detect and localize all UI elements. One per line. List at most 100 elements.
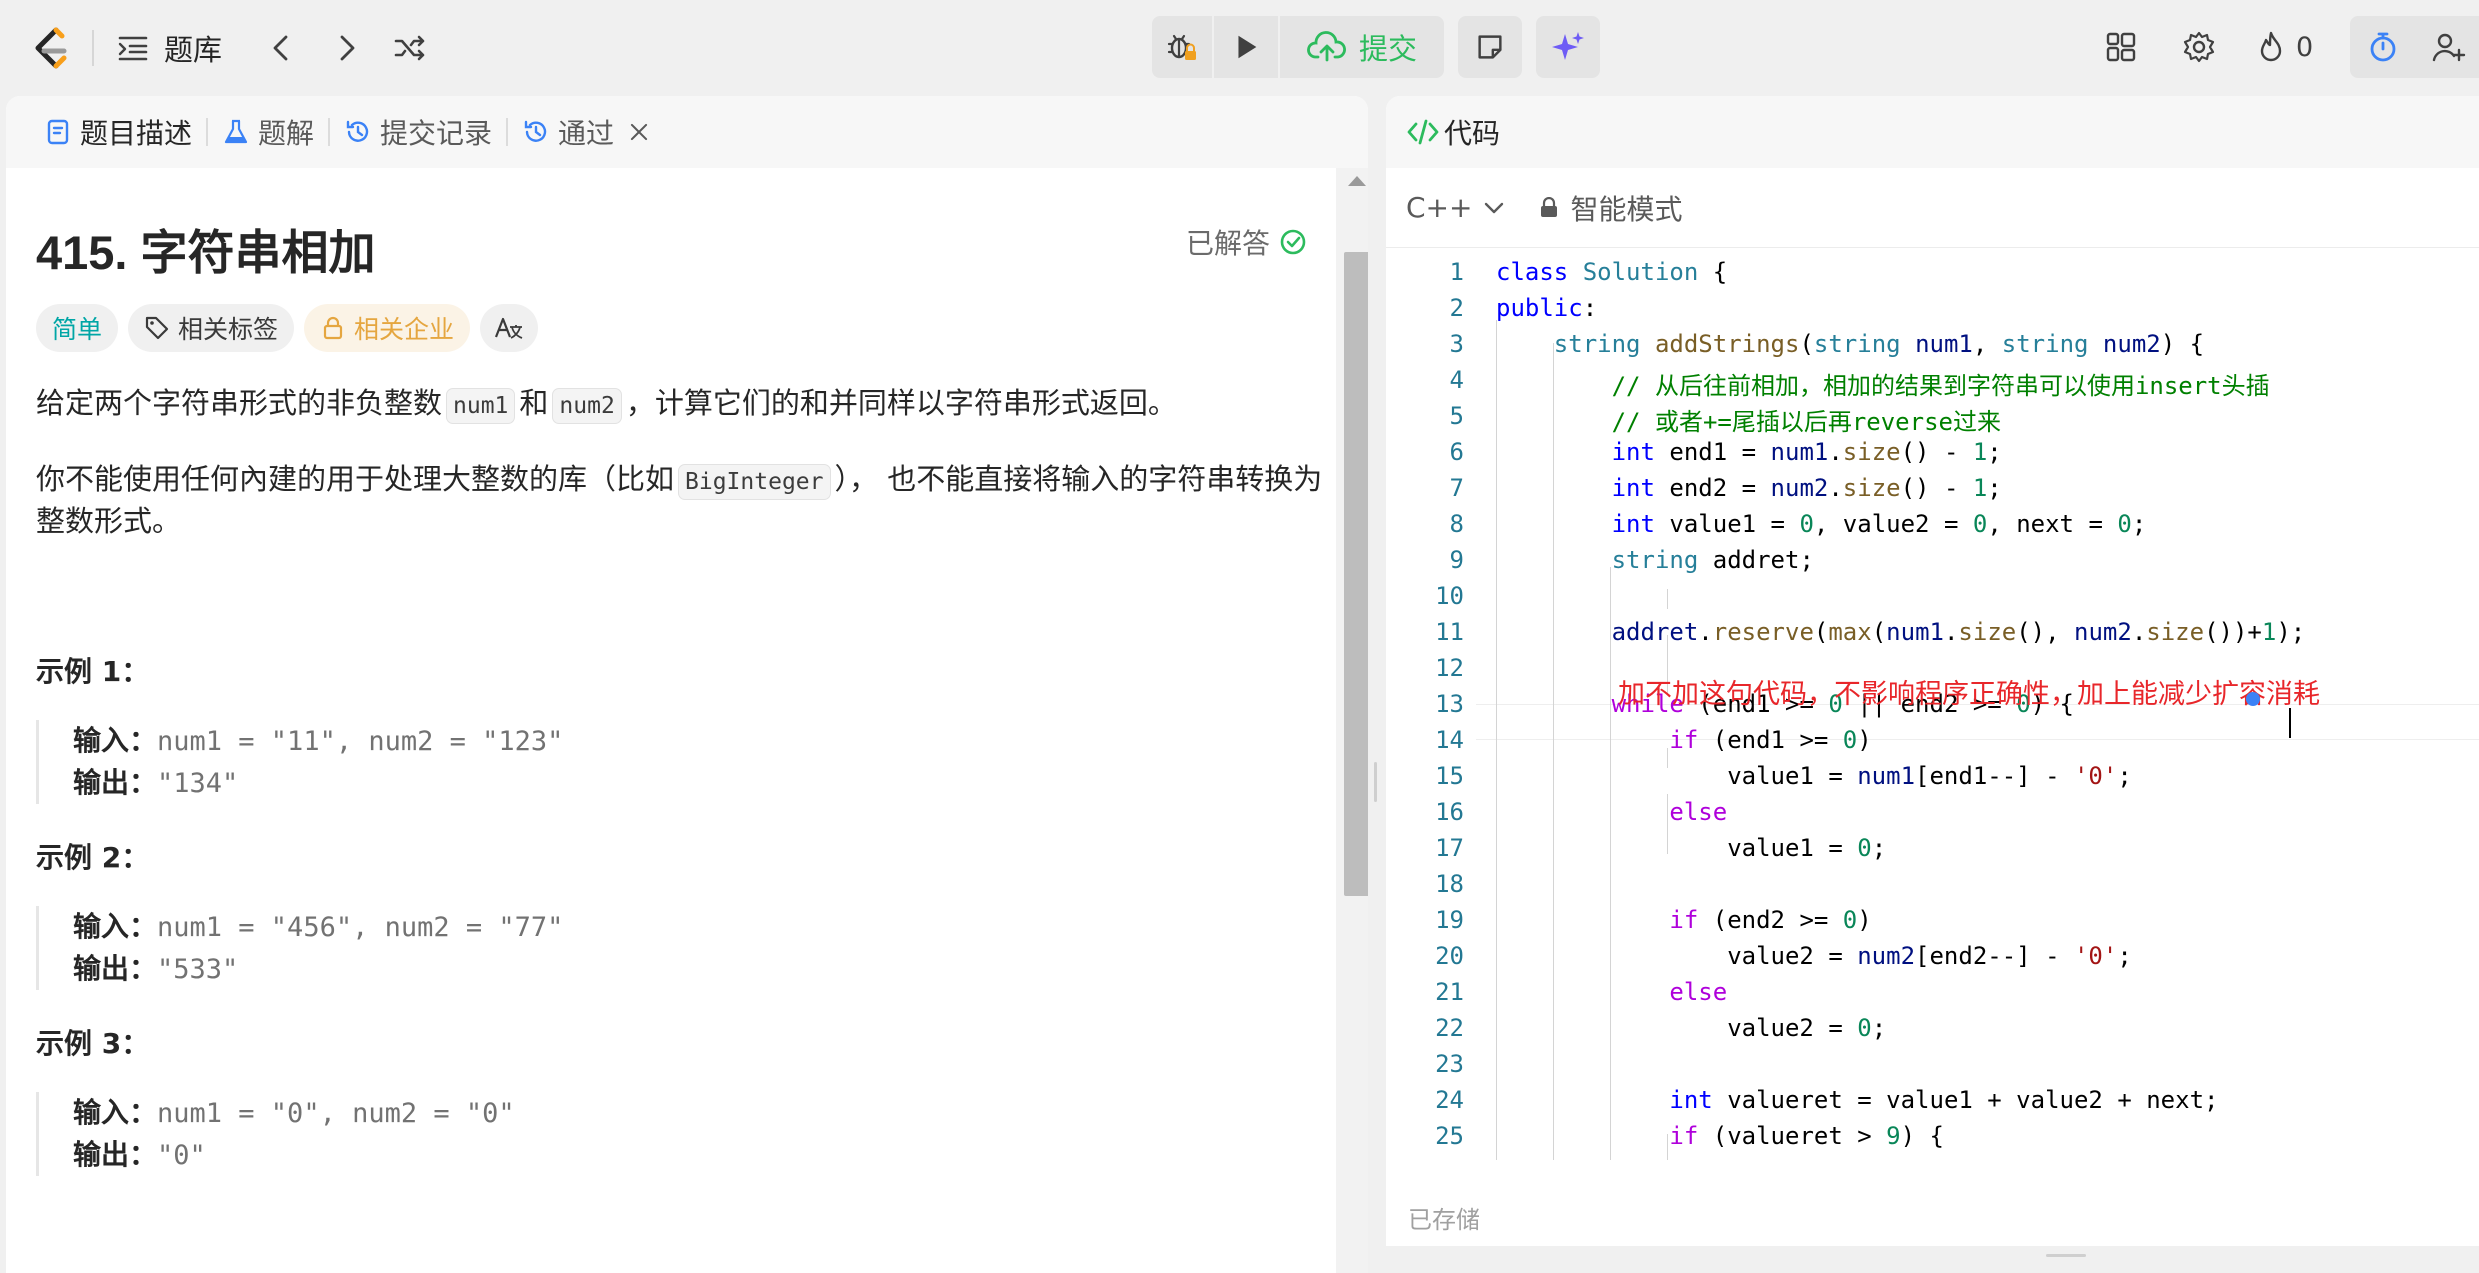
line-number: 1 (1449, 258, 1464, 286)
code-icon (1407, 119, 1439, 145)
inline-code: num1 (446, 388, 516, 424)
leetcode-logo[interactable] (28, 24, 72, 72)
prev-problem-button[interactable] (262, 28, 302, 68)
settings-button[interactable] (2178, 26, 2220, 68)
desc-text: ，计算它们的和并同样以字符串形式返回。 (625, 386, 1177, 420)
lock-icon (323, 316, 343, 340)
difficulty-badge: 简单 (36, 304, 119, 352)
close-icon[interactable] (628, 121, 650, 143)
document-icon (47, 119, 69, 145)
history-icon (524, 120, 547, 142)
code-line: if (end2 >= 0) (1669, 906, 1872, 934)
code-line: int end2 = num2.size() - 1; (1611, 474, 2002, 502)
line-number: 25 (1435, 1122, 1464, 1150)
top-bar: 题库 提交 0 (0, 0, 2479, 96)
flask-icon (224, 119, 248, 144)
tab-submissions[interactable]: 提交记录 (330, 96, 506, 168)
language-label: C++ (1406, 191, 1473, 224)
code-line: int value1 = 0, value2 = 0, next = 0; (1611, 510, 2147, 538)
note-icon (1478, 35, 1502, 59)
sparkle-icon (1552, 32, 1584, 60)
add-user-button[interactable] (2428, 26, 2470, 68)
editor-toolbar: C++ 智能模式 (1386, 168, 2479, 248)
debug-button[interactable] (1152, 16, 1212, 78)
example-3-box: 输入：num1 = "0", num2 = "0" 输出："0" (36, 1092, 515, 1176)
line-number: 20 (1435, 942, 1464, 970)
code-line: value1 = 0; (1496, 834, 1887, 862)
lock-icon (1541, 196, 1558, 217)
example-3-title: 示例 3： (36, 1027, 150, 1060)
next-problem-button[interactable] (326, 28, 366, 68)
tab-accepted-label: 通过 (558, 117, 615, 150)
translate-button[interactable] (480, 304, 539, 352)
random-problem-button[interactable] (390, 28, 430, 68)
streak-counter[interactable]: 0 (2254, 26, 2313, 68)
line-number: 22 (1435, 1014, 1464, 1042)
submit-button[interactable]: 提交 (1280, 16, 1444, 78)
input-label: 输入： (73, 910, 158, 943)
desc-text: 给定两个字符串形式的非负整数 (36, 386, 443, 420)
line-number: 26 (1386, 1158, 1464, 1160)
difficulty-label: 简单 (52, 315, 103, 344)
history-icon (346, 120, 369, 142)
code-editor[interactable]: 1 2 3 4 5 6 7 8 9 10 11 12 13 14 15 16 17 18 19 20 21 22 23 24 2… (1386, 248, 2479, 1160)
layout-icon (2106, 32, 2136, 62)
indent-guide (1667, 589, 1668, 609)
tab-solutions-label: 题解 (258, 117, 315, 150)
code-line: else (1669, 798, 1728, 826)
layout-button[interactable] (2100, 26, 2142, 68)
example-output-row: 输出："134" (73, 762, 563, 804)
problem-title: 415. 字符串相加 (36, 226, 376, 279)
tab-solutions[interactable]: 题解 (208, 96, 328, 168)
console-resize-handle[interactable] (2046, 1254, 2086, 1257)
line-number: 16 (1435, 798, 1464, 826)
chevron-left-icon (273, 35, 288, 61)
line-number: 21 (1435, 978, 1464, 1006)
tab-description[interactable]: 题目描述 (30, 96, 206, 168)
input-label: 输入： (73, 724, 158, 757)
timer-button[interactable] (2362, 26, 2404, 68)
code-panel-header: 代码 (1386, 96, 2479, 168)
problem-list-button[interactable]: 题库 (116, 28, 222, 68)
line-number: 3 (1449, 330, 1464, 358)
submit-label: 提交 (1358, 32, 1417, 66)
smart-mode-button[interactable]: 智能模式 (1538, 188, 1683, 228)
related-companies-label: 相关企业 (354, 315, 455, 344)
language-select[interactable]: C++ (1406, 191, 1506, 224)
line-number: 23 (1435, 1050, 1464, 1078)
code-line: int end1 = num1.size() - 1; (1611, 438, 2002, 466)
code-line: // 或者+=尾插以后再reverse过来 (1496, 408, 2001, 436)
shuffle-icon (394, 35, 425, 61)
problem-tags-row: 简单 相关标签 相关企业 (36, 304, 539, 352)
example-input: num1 = "456", num2 = "77" (157, 912, 564, 943)
divider (92, 30, 94, 66)
inline-code: num2 (552, 388, 622, 424)
scrollbar-thumb[interactable] (1344, 252, 1368, 896)
note-button[interactable] (1458, 16, 1522, 78)
run-button[interactable] (1214, 16, 1278, 78)
related-companies-button[interactable]: 相关企业 (304, 304, 471, 352)
line-number: 5 (1449, 402, 1464, 430)
chevron-down-icon (1485, 202, 1504, 213)
ai-assistant-button[interactable] (1536, 16, 1600, 78)
tag-icon (145, 316, 169, 340)
tab-accepted[interactable]: 通过 (508, 96, 672, 168)
solved-label: 已解答 (1185, 227, 1270, 260)
flame-icon (2260, 31, 2282, 62)
line-number: 8 (1449, 510, 1464, 538)
scroll-up-arrow[interactable] (1348, 176, 1366, 186)
translate-icon (495, 317, 523, 339)
problem-description-p1: 给定两个字符串形式的非负整数 num1 和 num2 ，计算它们的和并同样以字符串形式返… (36, 382, 1326, 424)
inline-code: BigInteger (678, 464, 831, 500)
line-number: 6 (1449, 438, 1464, 466)
tab-description-label: 题目描述 (80, 117, 193, 150)
panel-resize-handle[interactable] (1374, 762, 1377, 802)
play-icon (1238, 35, 1257, 59)
line-number: 2 (1449, 294, 1464, 322)
problem-description-p2: 你不能使用任何內建的用于处理大整数的库（比如 BigInteger）， 也不能直接… (36, 458, 1326, 542)
related-tags-button[interactable]: 相关标签 (128, 304, 295, 352)
line-number: 18 (1435, 870, 1464, 898)
cloud-upload-icon (1307, 31, 1346, 62)
code-line: string addret; (1611, 546, 1814, 574)
code-line: value1 = num1[end1--] - '0'; (1496, 762, 2132, 790)
